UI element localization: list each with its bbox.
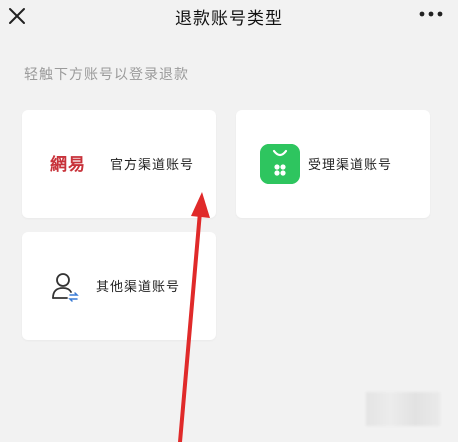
agent-channel-account-card[interactable]: 受理渠道账号 — [236, 110, 430, 218]
instruction-text: 轻触下方账号以登录退款 — [24, 67, 189, 83]
official-channel-account-card[interactable]: 網易 官方渠道账号 — [22, 110, 216, 218]
other-channel-account-label: 其他渠道账号 — [96, 280, 181, 295]
page-title: 退款账号类型 — [175, 9, 283, 29]
user-switch-icon — [52, 273, 79, 302]
official-channel-account-label: 官方渠道账号 — [110, 158, 195, 173]
top-bar: 退款账号类型 — [0, 0, 458, 40]
more-dots-icon[interactable] — [418, 6, 444, 22]
other-channel-account-card[interactable]: 其他渠道账号 — [22, 232, 216, 340]
agent-channel-account-label: 受理渠道账号 — [308, 158, 393, 173]
blurred-watermark — [366, 392, 440, 426]
netease-logo: 網易 — [50, 155, 86, 175]
green-bag-app-icon — [260, 144, 300, 184]
